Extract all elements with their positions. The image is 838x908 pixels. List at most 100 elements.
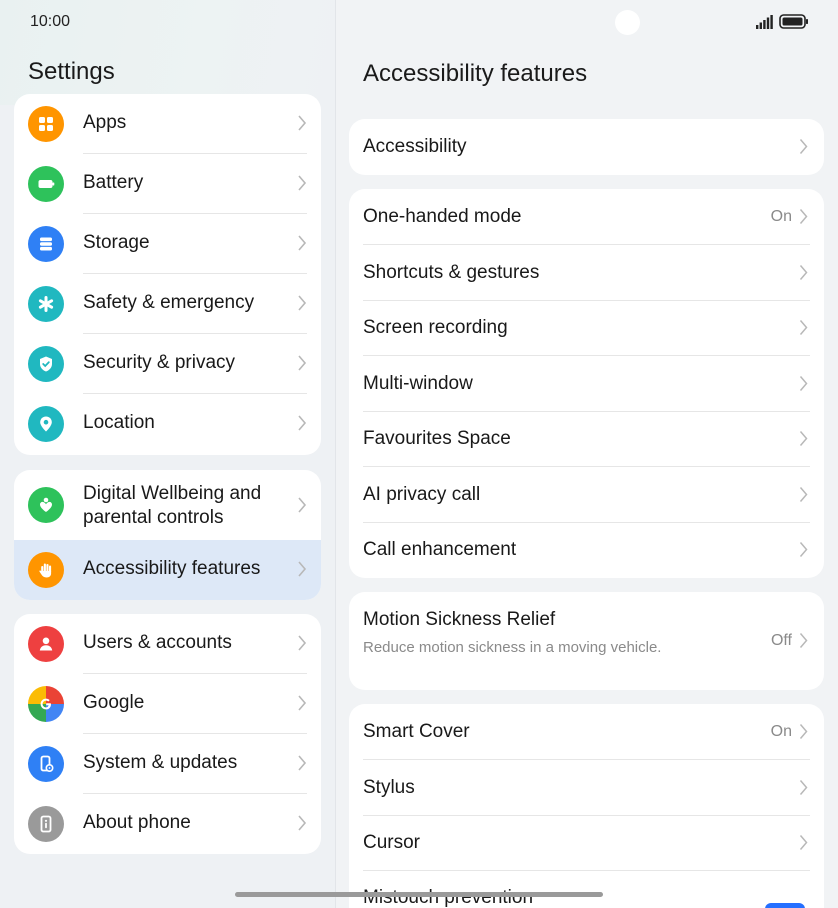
chevron-right-icon xyxy=(799,633,808,648)
sidebar-item-label: Users & accounts xyxy=(83,632,232,653)
item-smart-cover[interactable]: Smart Cover On xyxy=(349,704,824,760)
sidebar-item-safety-emergency[interactable]: Safety & emergency xyxy=(14,274,321,334)
page-title: Settings xyxy=(28,58,115,85)
chevron-right-icon xyxy=(799,320,808,335)
chevron-right-icon xyxy=(298,561,307,577)
item-call-enhancement[interactable]: Call enhancement xyxy=(349,522,824,578)
item-favourites-space[interactable]: Favourites Space xyxy=(349,411,824,467)
hand-icon xyxy=(28,552,64,588)
chevron-right-icon xyxy=(298,635,307,651)
item-label: AI privacy call xyxy=(363,483,481,505)
chevron-right-icon xyxy=(799,375,808,391)
chevron-right-icon xyxy=(298,497,307,513)
item-label: Multi-window xyxy=(363,372,473,394)
accessibility-card: Accessibility xyxy=(349,119,824,175)
home-indicator[interactable] xyxy=(235,892,603,897)
battery-status-icon xyxy=(779,14,808,29)
item-shortcuts-gestures[interactable]: Shortcuts & gestures xyxy=(349,245,824,301)
detail-title: Accessibility features xyxy=(363,60,588,87)
item-label: Cursor xyxy=(363,832,421,853)
chevron-right-icon xyxy=(298,115,307,131)
chevron-right-icon xyxy=(799,779,808,795)
storage-icon xyxy=(28,226,64,262)
sidebar-item-label: Apps xyxy=(83,112,127,133)
item-label: Accessibility xyxy=(363,136,467,157)
sidebar-item-label: System & updates xyxy=(83,752,238,773)
item-one-handed-mode[interactable]: One-handed mode On xyxy=(349,189,824,245)
settings-group-2: Digital Wellbeing and parental controls … xyxy=(14,470,321,600)
item-label: Favourites Space xyxy=(363,428,511,449)
item-label: One-handed mode xyxy=(363,206,522,227)
item-screen-recording[interactable]: Screen recording xyxy=(349,300,824,356)
chevron-right-icon xyxy=(298,815,307,831)
sidebar-item-label: Battery xyxy=(83,172,144,193)
camera-cutout xyxy=(615,10,640,35)
sidebar-item-system-updates[interactable]: System & updates xyxy=(14,734,321,794)
item-cursor[interactable]: Cursor xyxy=(349,815,824,871)
item-value: On xyxy=(770,208,792,225)
item-mistouch-prevention[interactable]: Mistouch prevention xyxy=(349,871,824,908)
chevron-right-icon xyxy=(298,695,307,711)
sidebar-item-label: Safety & emergency xyxy=(83,292,255,313)
item-label: Shortcuts & gestures xyxy=(363,261,540,283)
sidebar-item-label: Digital Wellbeing and parental controls xyxy=(83,483,262,528)
item-subtitle: Reduce motion sickness in a moving vehic… xyxy=(363,639,662,656)
location-pin-icon xyxy=(28,406,64,442)
item-value: On xyxy=(770,723,792,740)
sidebar-item-label: Storage xyxy=(83,232,150,253)
sidebar-item-label: Location xyxy=(83,412,155,433)
item-ai-privacy-call[interactable]: AI privacy call xyxy=(349,467,824,523)
features-card: One-handed mode On Shortcuts & gestures … xyxy=(349,189,824,578)
motion-sickness-card: Motion Sickness Relief Reduce motion sic… xyxy=(349,592,824,690)
sidebar-item-about-phone[interactable]: About phone xyxy=(14,794,321,854)
sidebar-item-apps[interactable]: Apps xyxy=(14,94,321,154)
item-multi-window[interactable]: Multi-window xyxy=(349,356,824,412)
sidebar-item-users-accounts[interactable]: Users & accounts xyxy=(14,614,321,674)
sidebar-item-accessibility-features[interactable]: Accessibility features xyxy=(14,540,321,600)
chevron-right-icon xyxy=(298,235,307,251)
item-motion-sickness-relief[interactable]: Motion Sickness Relief Reduce motion sic… xyxy=(349,592,824,690)
settings-group-3: Users & accounts Google System & updates xyxy=(14,614,321,854)
shield-icon xyxy=(28,346,64,382)
battery-icon xyxy=(28,166,64,202)
chevron-right-icon xyxy=(799,139,808,154)
sidebar-item-digital-wellbeing[interactable]: Digital Wellbeing and parental controls xyxy=(14,470,321,540)
item-stylus[interactable]: Stylus xyxy=(349,760,824,816)
mistouch-toggle[interactable] xyxy=(765,903,805,908)
sidebar-item-label: Google xyxy=(83,692,145,713)
item-label: Mistouch prevention xyxy=(363,886,534,908)
apps-icon xyxy=(28,106,64,142)
sidebar-item-location[interactable]: Location xyxy=(14,394,321,454)
item-accessibility[interactable]: Accessibility xyxy=(349,119,824,175)
sidebar-item-battery[interactable]: Battery xyxy=(14,154,321,214)
pane-divider xyxy=(335,0,336,908)
chevron-right-icon xyxy=(799,542,808,557)
phone-gear-icon xyxy=(28,746,64,782)
item-label: Motion Sickness Relief xyxy=(363,609,556,630)
item-label: Stylus xyxy=(363,776,415,798)
chevron-right-icon xyxy=(799,209,808,224)
chevron-right-icon xyxy=(799,724,808,739)
chevron-right-icon xyxy=(298,175,307,191)
status-bar: 10:00 xyxy=(0,0,838,44)
settings-group-1: Apps Battery Storage Safety & emergency xyxy=(14,94,321,455)
google-icon xyxy=(28,686,64,722)
chevron-right-icon xyxy=(799,486,808,502)
signal-icon xyxy=(756,15,773,29)
sidebar-item-security-privacy[interactable]: Security & privacy xyxy=(14,334,321,394)
item-label: Screen recording xyxy=(363,317,508,338)
item-label: Smart Cover xyxy=(363,721,470,742)
sidebar-item-storage[interactable]: Storage xyxy=(14,214,321,274)
user-icon xyxy=(28,626,64,662)
settings-sidebar: Settings Apps Battery Storage Safety & e… xyxy=(0,0,335,908)
chevron-right-icon xyxy=(298,755,307,771)
chevron-right-icon xyxy=(298,355,307,371)
chevron-right-icon xyxy=(298,415,307,431)
sidebar-item-google[interactable]: Google xyxy=(14,674,321,734)
chevron-right-icon xyxy=(799,835,808,850)
item-value: Off xyxy=(770,632,792,649)
chevron-right-icon xyxy=(799,431,808,446)
sidebar-item-label: Accessibility features xyxy=(83,558,261,579)
input-card: Smart Cover On Stylus Cursor Mistouch pr… xyxy=(349,704,824,908)
heart-person-icon xyxy=(28,487,64,523)
